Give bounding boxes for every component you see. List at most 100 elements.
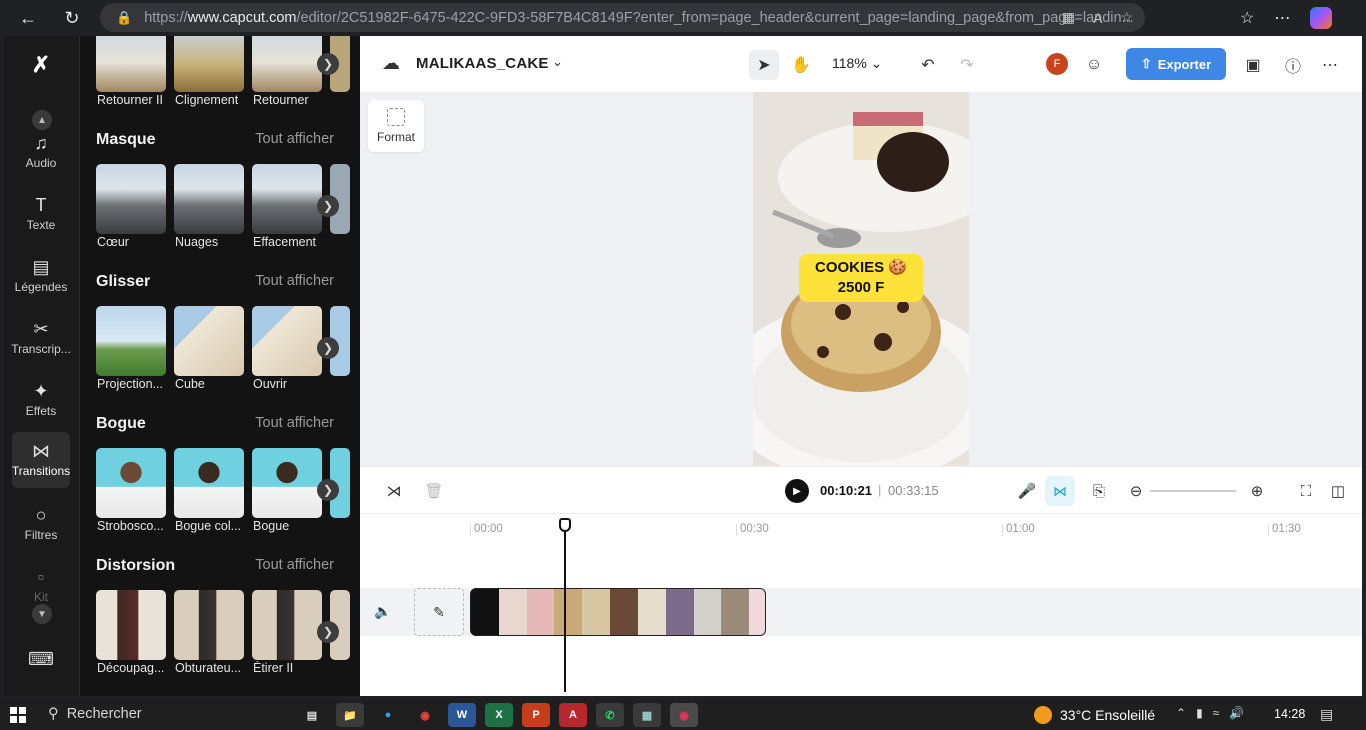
- present-icon[interactable]: ▣: [1238, 50, 1268, 80]
- chevron-right-icon[interactable]: ❯: [317, 195, 339, 217]
- cloud-icon[interactable]: ☁: [382, 53, 400, 74]
- show-all-link[interactable]: Tout afficher: [255, 273, 334, 289]
- speaker-icon[interactable]: 🔊: [1229, 706, 1244, 720]
- active-app-icon[interactable]: ◉: [670, 703, 698, 727]
- transition-thumbnail[interactable]: [96, 448, 166, 518]
- playhead[interactable]: [564, 522, 566, 692]
- task-view-icon[interactable]: ▤: [298, 703, 326, 727]
- word-icon[interactable]: W: [448, 703, 476, 727]
- rail-item-effets[interactable]: ✦ Effets: [12, 372, 70, 428]
- chevron-right-icon[interactable]: ❯: [317, 621, 339, 643]
- favorite-star-icon[interactable]: ☆: [1120, 9, 1133, 26]
- invite-user-icon[interactable]: ☺: [1079, 50, 1109, 80]
- chrome-icon[interactable]: ◉: [411, 703, 439, 727]
- select-tool-icon[interactable]: ➤: [749, 50, 779, 80]
- chevron-up-icon[interactable]: ⌃: [1176, 706, 1186, 720]
- reload-icon[interactable]: ↻: [58, 4, 86, 32]
- taskbar-search[interactable]: ⚲ Rechercher: [48, 706, 142, 722]
- hand-tool-icon[interactable]: ✋: [786, 50, 816, 80]
- magnet-snap-icon[interactable]: ⋈: [1045, 476, 1075, 506]
- feedback-icon[interactable]: ◫: [1326, 479, 1350, 503]
- transition-thumbnail[interactable]: [252, 36, 322, 92]
- chevron-right-icon[interactable]: ❯: [317, 337, 339, 359]
- export-button[interactable]: ⇧ Exporter: [1126, 48, 1226, 80]
- format-button[interactable]: Format: [368, 100, 424, 152]
- transition-thumbnail[interactable]: [252, 590, 322, 660]
- rail-item-texte[interactable]: T Texte: [12, 186, 70, 242]
- show-all-link[interactable]: Tout afficher: [255, 131, 334, 147]
- zoom-out-icon[interactable]: ⊖: [1124, 479, 1148, 503]
- photos-icon[interactable]: ▦: [633, 703, 661, 727]
- notifications-icon[interactable]: ▤: [1320, 706, 1333, 723]
- transition-thumbnail[interactable]: [174, 590, 244, 660]
- edge-icon[interactable]: ●: [374, 703, 402, 727]
- transition-thumbnail[interactable]: [96, 164, 166, 234]
- transition-thumbnail[interactable]: [252, 164, 322, 234]
- transition-thumbnail[interactable]: [252, 306, 322, 376]
- redo-icon[interactable]: ↷: [952, 50, 982, 80]
- powerpoint-icon[interactable]: P: [522, 703, 550, 727]
- access-icon[interactable]: A: [559, 703, 587, 727]
- whatsapp-icon[interactable]: ✆: [596, 703, 624, 727]
- chevron-right-icon[interactable]: ❯: [317, 53, 339, 75]
- copilot-icon[interactable]: [1310, 7, 1333, 29]
- chevron-right-icon[interactable]: ❯: [317, 479, 339, 501]
- weather-widget[interactable]: 33°C Ensoleillé: [1034, 706, 1155, 724]
- rail-item-legendes[interactable]: ▤ Légendes: [12, 248, 70, 304]
- excel-icon[interactable]: X: [485, 703, 513, 727]
- fullscreen-icon[interactable]: ⛶: [1294, 479, 1318, 503]
- rail-scroll-down-icon[interactable]: ▼: [32, 604, 52, 624]
- system-tray: ⌃ ▮ ≈ 🔊: [1176, 706, 1244, 720]
- ruler-tick: [1002, 524, 1003, 536]
- edit-cover-icon[interactable]: ✎: [414, 588, 464, 636]
- playhead-handle[interactable]: [559, 518, 571, 532]
- split-icon[interactable]: ⋊: [382, 479, 406, 503]
- help-icon[interactable]: ⓘ: [1278, 50, 1308, 80]
- project-name[interactable]: MALIKAAS_CAKE: [416, 55, 549, 72]
- more-icon[interactable]: ⋯: [1274, 8, 1290, 28]
- favorites-icon[interactable]: ☆: [1240, 8, 1254, 28]
- keyboard-shortcuts-button[interactable]: ⌨: [12, 636, 70, 686]
- transition-thumbnail[interactable]: [174, 36, 244, 92]
- rail-item-filtres[interactable]: ○ Filtres: [12, 496, 70, 552]
- undo-icon[interactable]: ↶: [913, 50, 943, 80]
- back-icon[interactable]: ←: [14, 4, 42, 32]
- show-all-link[interactable]: Tout afficher: [255, 415, 334, 431]
- transition-thumbnail[interactable]: [174, 164, 244, 234]
- video-preview[interactable]: COOKIES 🍪 2500 F: [753, 92, 969, 466]
- zoom-in-icon[interactable]: ⊕: [1245, 479, 1269, 503]
- rail-item-transitions[interactable]: ⋈ Transitions: [12, 432, 70, 488]
- rail-item-transcription[interactable]: ✂ Transcrip...: [11, 310, 71, 366]
- transition-thumbnail[interactable]: [96, 306, 166, 376]
- timeline-zoom-slider[interactable]: [1150, 490, 1236, 492]
- show-all-link[interactable]: Tout afficher: [255, 557, 334, 573]
- windows-start-icon[interactable]: [10, 707, 26, 723]
- more-options-icon[interactable]: ⋯: [1315, 50, 1345, 80]
- transition-thumbnail[interactable]: [174, 306, 244, 376]
- rail-item-audio[interactable]: ♫ Audio: [12, 124, 70, 180]
- play-button[interactable]: ▶: [785, 479, 809, 503]
- transition-thumbnail[interactable]: [174, 448, 244, 518]
- battery-icon[interactable]: ▮: [1196, 706, 1203, 720]
- split-scene-icon[interactable]: ⎘: [1087, 479, 1111, 503]
- upload-icon: ⇧: [1140, 56, 1152, 71]
- transition-thumbnail[interactable]: [96, 590, 166, 660]
- avatar[interactable]: F: [1046, 53, 1068, 75]
- filters-icon: ○: [35, 505, 47, 525]
- zoom-level[interactable]: 118% ⌄: [832, 55, 882, 72]
- transition-thumbnail[interactable]: [252, 448, 322, 518]
- volume-icon[interactable]: 🔈: [374, 603, 391, 620]
- delete-icon[interactable]: 🗑: [422, 479, 446, 503]
- apps-icon[interactable]: ▦: [1062, 9, 1075, 26]
- cookies-caption[interactable]: COOKIES 🍪 2500 F: [799, 254, 923, 302]
- taskbar-clock[interactable]: 14:28: [1274, 707, 1305, 721]
- capcut-logo-icon[interactable]: ✗: [27, 52, 55, 77]
- transition-thumbnail[interactable]: [96, 36, 166, 92]
- microphone-icon[interactable]: 🎤: [1015, 479, 1039, 503]
- chevron-down-icon[interactable]: ⌄: [552, 54, 563, 70]
- read-aloud-icon[interactable]: A: [1093, 10, 1102, 26]
- file-explorer-icon[interactable]: 📁: [336, 703, 364, 727]
- video-clip[interactable]: [470, 588, 766, 636]
- wifi-icon[interactable]: ≈: [1213, 706, 1220, 720]
- address-bar[interactable]: 🔒 https://www.capcut.com/editor/2C51982F…: [100, 3, 1145, 32]
